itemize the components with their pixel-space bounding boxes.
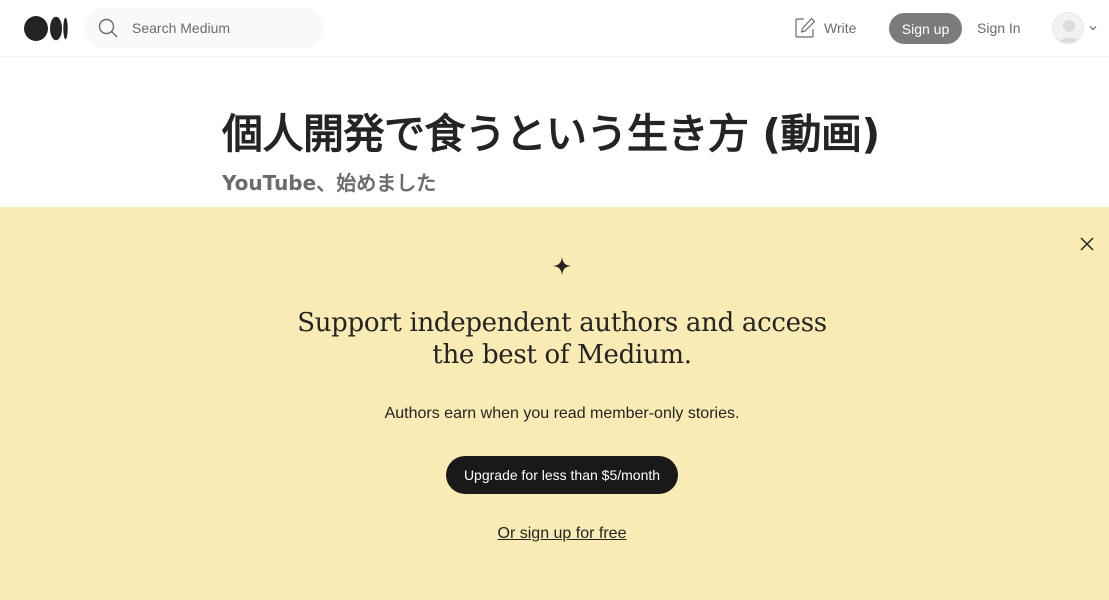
sign-up-free-link[interactable]: Or sign up for free: [498, 525, 627, 542]
sign-up-button[interactable]: Sign up: [889, 13, 962, 44]
membership-paywall: Support independent authors and access t…: [0, 207, 1109, 600]
top-navigation-bar: Write Sign up Sign In: [0, 0, 1109, 57]
sign-in-link[interactable]: Sign In: [977, 20, 1021, 36]
medium-logo-icon[interactable]: [24, 16, 69, 41]
paywall-headline-line1: Support independent authors and access: [297, 308, 827, 338]
sparkle-icon: [553, 257, 571, 275]
paywall-headline-line2: the best of Medium.: [432, 340, 692, 370]
avatar-icon: [1052, 12, 1084, 44]
search-icon: [98, 18, 118, 38]
article-title: 個人開発で食うという生き方 (動画): [222, 110, 880, 158]
write-label: Write: [824, 20, 857, 36]
free-signup-row: Or sign up for free: [254, 525, 870, 543]
article-subtitle: YouTube、始めました: [222, 171, 437, 195]
search-input[interactable]: [132, 18, 312, 38]
search-bar[interactable]: [84, 8, 324, 48]
paywall-headline: Support independent authors and access t…: [254, 307, 870, 371]
chevron-down-icon: [1089, 26, 1097, 31]
paywall-body: Authors earn when you read member-only s…: [384, 405, 740, 422]
user-menu[interactable]: [1052, 12, 1098, 44]
upgrade-button[interactable]: Upgrade for less than $5/month: [446, 456, 678, 494]
close-icon[interactable]: [1077, 234, 1097, 254]
write-icon: [795, 17, 816, 38]
write-button[interactable]: Write: [794, 16, 856, 40]
